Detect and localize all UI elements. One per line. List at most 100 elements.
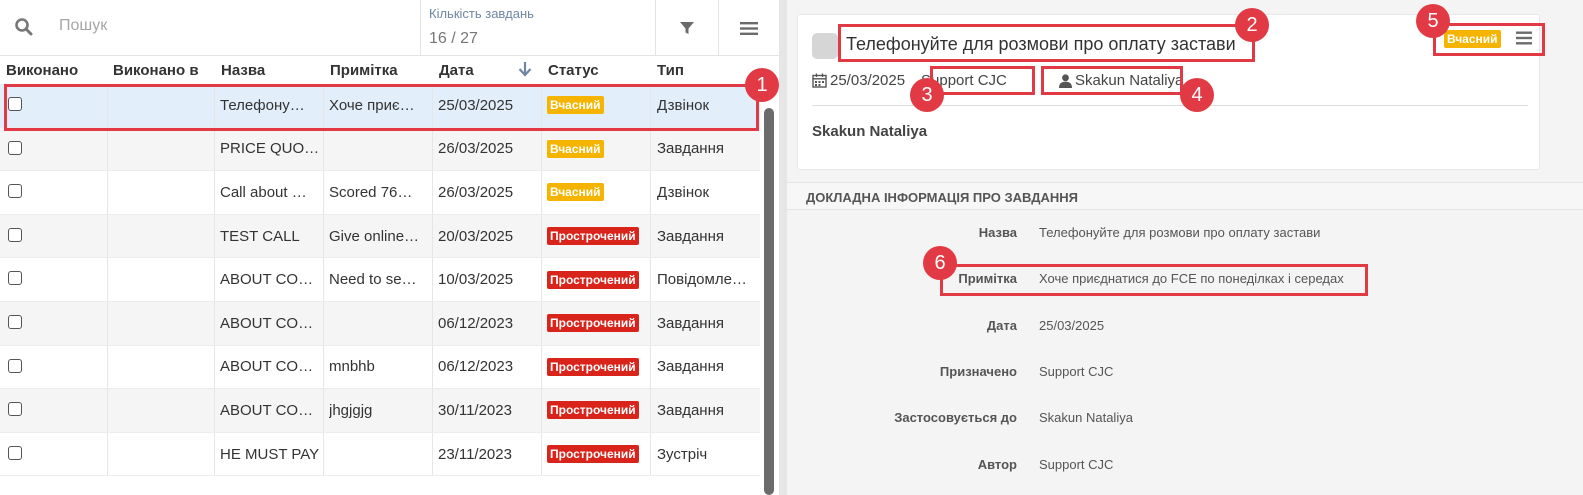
row-type: Завдання	[657, 358, 724, 376]
row-date: 26/03/2025	[438, 140, 514, 158]
column-header-date[interactable]: Дата	[439, 62, 474, 79]
column-header-done-at[interactable]: Виконано в	[113, 62, 199, 79]
task-detail-panel: Телефонуйте для розмови про оплату заста…	[787, 0, 1583, 495]
column-divider	[541, 301, 542, 345]
row-name: PRICE QUO…	[220, 140, 320, 158]
row-type: Завдання	[657, 314, 724, 332]
table-row[interactable]: ABOUT CO… 06/12/2023 Прострочений Завдання	[0, 301, 760, 346]
scrollbar[interactable]	[764, 108, 774, 495]
column-divider	[107, 171, 108, 214]
table-row[interactable]: PRICE QUO… 26/03/2025 Вчасний Завдання	[0, 127, 760, 172]
row-name: Телефону…	[220, 96, 305, 114]
column-header-note[interactable]: Примітка	[330, 62, 398, 79]
filter-button[interactable]	[655, 0, 718, 56]
detail-label: Автор	[977, 457, 1017, 472]
status-badge: Прострочений	[547, 270, 639, 289]
row-note: Give online…	[329, 227, 420, 245]
column-divider	[214, 171, 215, 214]
task-contact-text: Skakun Nataliya	[1075, 72, 1184, 89]
column-divider	[432, 84, 433, 127]
task-details-section-header: ДОКЛАДНА ІНФОРМАЦІЯ ПРО ЗАВДАННЯ	[787, 182, 1583, 210]
column-divider	[432, 432, 433, 476]
column-header-done[interactable]: Виконано	[6, 62, 78, 79]
task-details-heading: ДОКЛАДНА ІНФОРМАЦІЯ ПРО ЗАВДАННЯ	[806, 190, 1079, 205]
table-row[interactable]: TEST CALL Give online… 20/03/2025 Простроче…	[0, 214, 760, 259]
row-status: Прострочений	[547, 302, 647, 345]
search-icon[interactable]	[14, 17, 34, 37]
filter-icon	[680, 22, 694, 34]
row-done-checkbox[interactable]	[8, 402, 22, 417]
task-count: Кількість завдань 16 / 27	[420, 0, 655, 56]
column-header-status[interactable]: Статус	[548, 62, 599, 79]
applied-to-name[interactable]: Skakun Nataliya	[812, 123, 927, 140]
task-date: 25/03/2025	[812, 72, 905, 89]
column-divider	[214, 258, 215, 301]
column-divider	[107, 214, 108, 258]
status-badge: Прострочений	[547, 314, 639, 333]
row-type: Повідомле…	[657, 271, 747, 289]
table-row[interactable]: Телефону… Хоче приє… 25/03/2025 Вчасний Дзві…	[0, 84, 760, 128]
search-input[interactable]: Пошук	[59, 17, 107, 35]
row-name: ABOUT CO…	[220, 314, 314, 332]
row-name: TEST CALL	[220, 227, 300, 245]
row-date: 26/03/2025	[438, 183, 514, 201]
row-name: ABOUT CO…	[220, 401, 314, 419]
list-menu-button[interactable]	[718, 0, 779, 56]
status-badge: Прострочений	[547, 357, 639, 376]
task-contact-link[interactable]: Skakun Nataliya	[1059, 72, 1183, 89]
table-row[interactable]: ABOUT CO… jhgjgjg 30/11/2023 Прострочений За…	[0, 389, 760, 433]
task-status-badge: Вчасний	[1444, 30, 1501, 48]
detail-row-author: Автор Support CJC	[787, 454, 1583, 478]
detail-row-name: Назва Телефонуйте для розмови про оплату…	[787, 222, 1583, 246]
detail-value: Support CJC	[1039, 364, 1114, 379]
task-done-checkbox[interactable]	[812, 33, 838, 59]
detail-row-applied-to: Застосовується до Skakun Nataliya	[787, 407, 1583, 431]
task-menu-icon[interactable]	[1516, 31, 1532, 45]
row-done-checkbox[interactable]	[8, 445, 22, 460]
row-status: Прострочений	[547, 215, 647, 258]
row-done-checkbox[interactable]	[8, 358, 22, 373]
column-divider	[541, 389, 542, 432]
row-done-checkbox[interactable]	[8, 227, 22, 242]
row-done-checkbox[interactable]	[8, 314, 22, 329]
column-divider	[432, 389, 433, 432]
column-divider	[323, 214, 324, 258]
row-done-checkbox[interactable]	[8, 140, 22, 155]
column-divider	[107, 345, 108, 389]
table-row[interactable]: ABOUT CO… mnbhb 06/12/2023 Прострочений Завд…	[0, 345, 760, 390]
row-note: Хоче приє…	[329, 96, 415, 114]
table-row[interactable]: HE MUST PAY 23/11/2023 Прострочений Зустріч	[0, 432, 760, 477]
row-note	[329, 302, 429, 345]
detail-label: Призначено	[939, 364, 1017, 379]
column-divider	[323, 258, 324, 301]
annotation-marker-5: 5	[1416, 4, 1450, 38]
task-list-panel: Пошук Кількість завдань 16 / 27 Виконано…	[0, 0, 779, 495]
panel-divider[interactable]	[779, 0, 787, 495]
table-row[interactable]: ABOUT CO… Need to se… 10/03/2025 Прострочен…	[0, 258, 760, 302]
row-note	[329, 128, 429, 171]
column-divider	[107, 301, 108, 345]
column-header-name[interactable]: Назва	[221, 62, 265, 79]
table-row[interactable]: Call about … Scored 76… 26/03/2025 Вчасний Д…	[0, 171, 760, 215]
row-type: Дзвінок	[657, 96, 710, 114]
row-status: Вчасний	[547, 84, 647, 127]
status-badge: Прострочений	[547, 227, 639, 246]
user-icon	[1059, 73, 1072, 88]
column-divider	[323, 389, 324, 432]
row-done-checkbox[interactable]	[8, 97, 22, 111]
sort-down-icon[interactable]	[517, 61, 533, 77]
column-divider	[107, 432, 108, 476]
column-divider	[432, 127, 433, 171]
row-type: Завдання	[657, 401, 724, 419]
column-header-type[interactable]: Тип	[657, 62, 684, 79]
column-divider	[214, 127, 215, 171]
column-divider	[432, 214, 433, 258]
row-done-checkbox[interactable]	[8, 184, 22, 199]
column-divider	[214, 432, 215, 476]
column-divider	[650, 84, 651, 127]
status-badge: Прострочений	[547, 401, 639, 420]
task-title: Телефонуйте для розмови про оплату заста…	[846, 34, 1236, 54]
detail-label: Примітка	[958, 271, 1017, 286]
row-done-checkbox[interactable]	[8, 271, 22, 286]
row-type: Зустріч	[657, 445, 708, 463]
